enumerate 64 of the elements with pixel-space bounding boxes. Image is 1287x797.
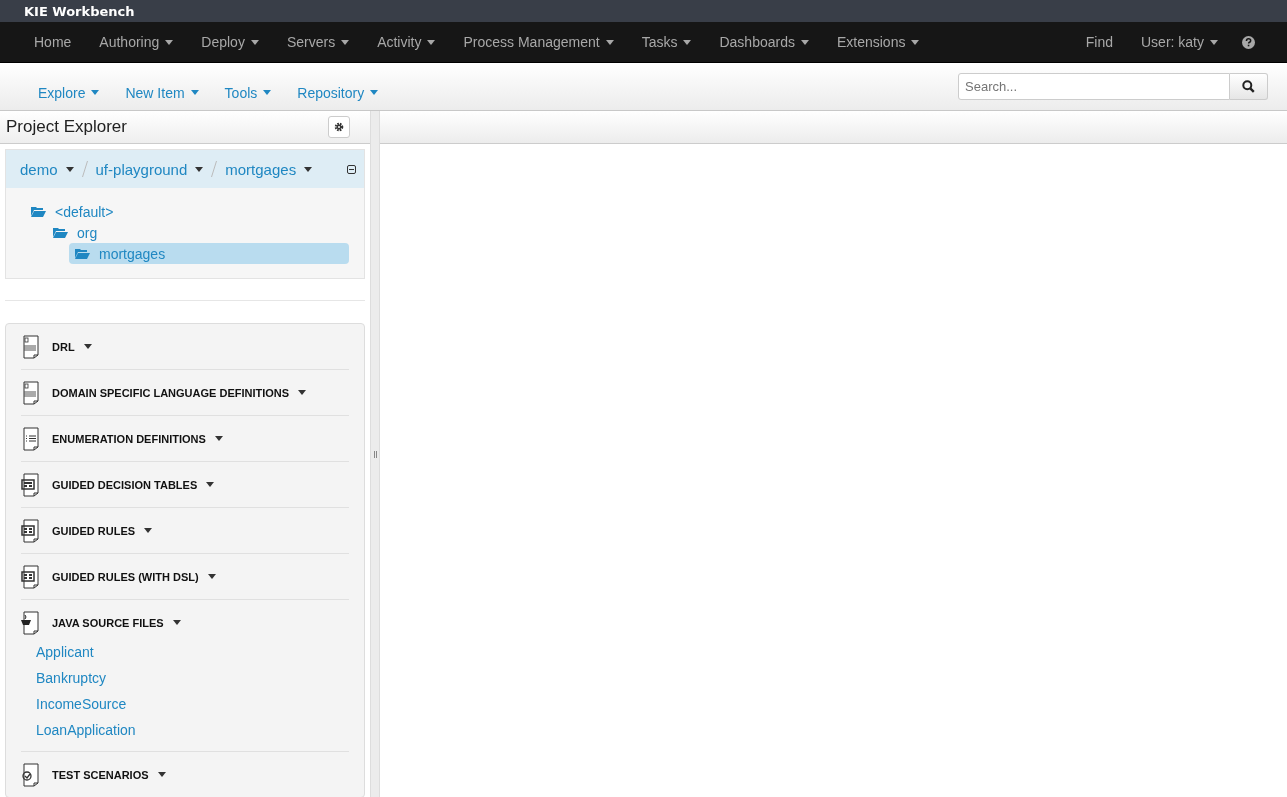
file-link[interactable]: LoanApplication [36, 717, 349, 743]
java-file-icon [21, 610, 41, 635]
nav-menu-item[interactable]: Activity [363, 22, 450, 62]
caret-icon [91, 90, 100, 95]
caret-icon [304, 166, 313, 172]
search-field[interactable]: Search... [958, 73, 1230, 100]
tree-item[interactable]: org [47, 222, 349, 243]
enum-file-icon [21, 426, 41, 451]
toolbar-menu[interactable]: Repository [283, 84, 391, 101]
caret-icon [190, 90, 199, 95]
category-header[interactable]: DOMAIN SPECIFIC LANGUAGE DEFINITIONS [21, 370, 349, 415]
guided-file-icon [21, 518, 41, 543]
breadcrumb-separator [211, 161, 218, 177]
nav-menu-item[interactable]: Servers [272, 22, 364, 62]
panel-title: Project Explorer [6, 117, 127, 137]
folder-icon [31, 206, 46, 217]
category-header[interactable]: GUIDED RULES (WITH DSL) [21, 554, 349, 599]
search-button[interactable] [1230, 73, 1268, 100]
caret-icon [214, 436, 223, 441]
app-title: KIE Workbench [24, 3, 135, 19]
nav-menu-item[interactable]: Deploy [187, 22, 273, 62]
nav-menu-item[interactable]: Process Management [449, 22, 628, 62]
category-header[interactable]: GUIDED RULES [21, 508, 349, 553]
drl-file-icon [21, 380, 41, 405]
caret-icon [195, 166, 204, 172]
settings-button[interactable] [328, 116, 350, 138]
caret-icon [172, 620, 181, 625]
nav-menu-item[interactable]: User: katy [1127, 22, 1232, 62]
file-link[interactable]: IncomeSource [36, 691, 349, 717]
file-link[interactable]: Bankruptcy [36, 665, 349, 691]
folder-icon [53, 227, 68, 238]
guided-file-icon [21, 564, 41, 589]
nav-menu-item[interactable]: Dashboards [705, 22, 823, 62]
help-icon[interactable] [1242, 35, 1255, 49]
table-file-icon [21, 472, 41, 497]
nav-menu-item[interactable]: Home [20, 22, 86, 62]
folder-icon [75, 248, 90, 259]
caret-icon [207, 574, 216, 579]
caret-icon [83, 344, 92, 349]
search-icon [1242, 80, 1255, 93]
toolbar-menu[interactable]: New Item [111, 84, 211, 101]
category-header[interactable]: ENUMERATION DEFINITIONS [21, 416, 349, 461]
caret-icon [206, 482, 215, 487]
caret-icon [144, 528, 153, 533]
settings-icon [334, 122, 344, 132]
caret-icon [298, 390, 307, 395]
nav-menu-item[interactable]: Authoring [85, 22, 188, 62]
drl-file-icon [21, 334, 41, 359]
nav-menu-item[interactable]: Tasks [627, 22, 706, 62]
category-header[interactable]: GUIDED DECISION TABLES [21, 462, 349, 507]
tree-item[interactable]: <default> [25, 201, 349, 222]
test-file-icon [21, 762, 41, 787]
caret-icon [157, 772, 166, 777]
caret-icon [263, 90, 272, 95]
toolbar-menu[interactable]: Tools [210, 84, 284, 101]
nav-menu-item[interactable]: Extensions [822, 22, 934, 62]
category-header[interactable]: TEST SCENARIOS [21, 752, 349, 797]
toolbar-menu[interactable]: Explore [24, 84, 112, 101]
breadcrumb-separator [81, 161, 88, 177]
collapse-button[interactable] [347, 164, 356, 174]
caret-icon [65, 166, 74, 172]
category-header[interactable]: DRL [21, 324, 349, 369]
nav-menu-item[interactable]: Find [1071, 22, 1127, 62]
caret-icon [370, 90, 379, 95]
